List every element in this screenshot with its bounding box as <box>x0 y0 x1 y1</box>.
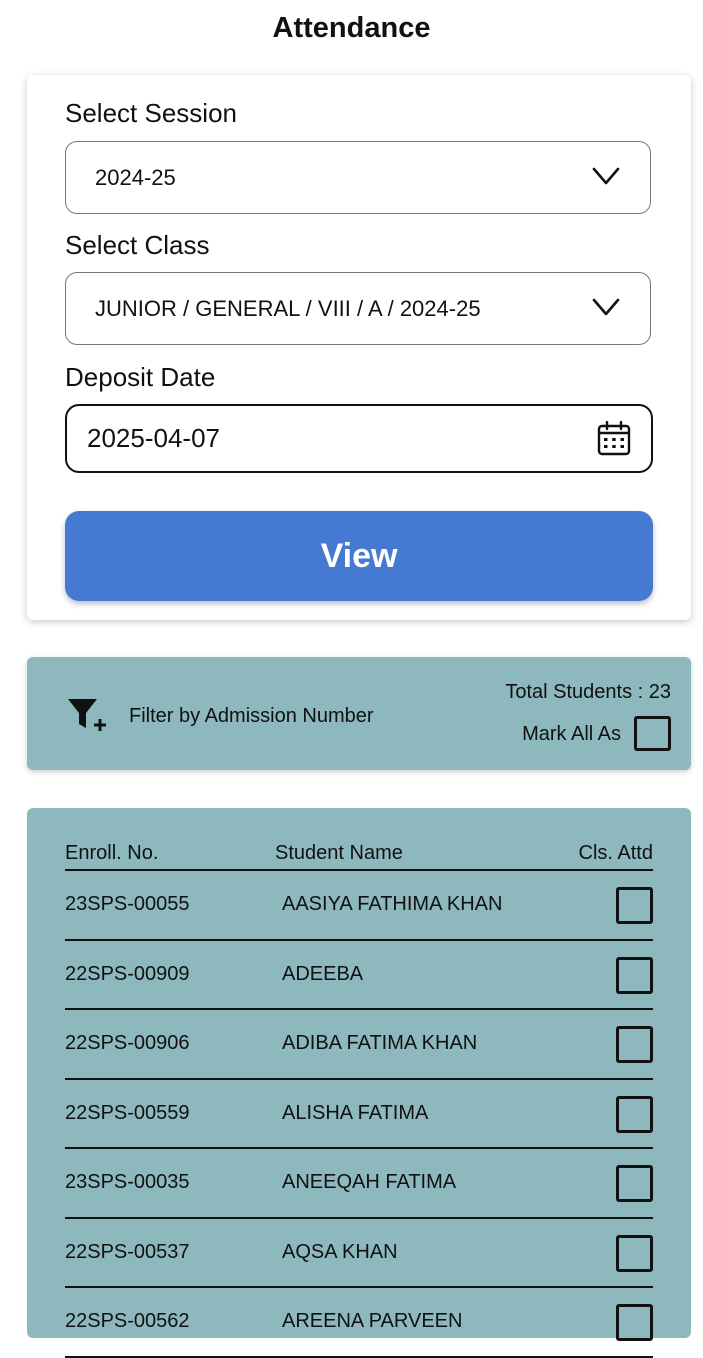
student-name: ADEEBA <box>282 962 364 985</box>
table-row: 23SPS-00035 ANEEQAH FATIMA <box>65 1149 653 1219</box>
student-name: ADIBA FATIMA KHAN <box>282 1032 478 1054</box>
session-select[interactable]: 2024-25 <box>65 141 651 214</box>
attendance-form-card: Select Session 2024-25 Select Class JUNI… <box>27 75 691 620</box>
mark-all-label: Mark All As <box>522 723 621 745</box>
attendance-checkbox[interactable] <box>616 1165 653 1202</box>
deposit-date-input[interactable]: 2025-04-07 <box>65 404 653 473</box>
mark-all-checkbox[interactable] <box>634 716 671 751</box>
session-select-value: 2024-25 <box>95 165 176 190</box>
filter-by-admission-label[interactable]: Filter by Admission Number <box>129 703 374 729</box>
student-name: AASIYA FATHIMA KHAN <box>282 893 503 915</box>
enroll-number: 23SPS-00055 <box>65 893 190 915</box>
class-select[interactable]: JUNIOR / GENERAL / VIII / A / 2024-25 <box>65 272 651 345</box>
attendance-checkbox[interactable] <box>616 1026 653 1063</box>
student-name: ALISHA FATIMA <box>282 1101 429 1124</box>
enroll-number: 22SPS-00909 <box>65 962 190 985</box>
class-label: Select Class <box>65 230 210 260</box>
student-name: AREENA PARVEEN <box>282 1310 463 1332</box>
view-button[interactable]: View <box>65 511 653 601</box>
table-row: 22SPS-00909 ADEEBA <box>65 941 653 1010</box>
column-header-class-attendance: Cls. Attd <box>578 842 653 864</box>
chevron-down-icon <box>592 167 620 185</box>
enroll-number: 23SPS-00035 <box>65 1171 190 1193</box>
table-row: 22SPS-00537 AQSA KHAN <box>65 1219 653 1288</box>
table-row: 23SPS-00055 AASIYA FATHIMA KHAN <box>65 871 653 941</box>
filter-bar: Filter by Admission Number Total Student… <box>27 657 691 770</box>
attendance-checkbox[interactable] <box>616 1234 653 1272</box>
column-header-enroll: Enroll. No. <box>65 842 159 864</box>
enroll-number: 22SPS-00537 <box>65 1240 190 1263</box>
total-students-count: Total Students : 23 <box>505 681 671 703</box>
column-header-student-name: Student Name <box>275 842 403 864</box>
enroll-number: 22SPS-00906 <box>65 1032 190 1054</box>
student-name: ANEEQAH FATIMA <box>282 1171 457 1193</box>
table-row: 22SPS-00906 ADIBA FATIMA KHAN <box>65 1010 653 1080</box>
attendance-table: Enroll. No. Student Name Cls. Attd 23SPS… <box>27 808 691 1358</box>
calendar-icon[interactable] <box>597 421 631 456</box>
attendance-checkbox[interactable] <box>616 1095 653 1133</box>
enroll-number: 22SPS-00559 <box>65 1101 190 1124</box>
student-name: AQSA KHAN <box>282 1240 398 1263</box>
filter-add-icon[interactable] <box>67 697 109 733</box>
page-title: Attendance <box>272 12 431 44</box>
deposit-date-label: Deposit Date <box>65 362 216 392</box>
class-select-value: JUNIOR / GENERAL / VIII / A / 2024-25 <box>95 296 481 321</box>
table-row: 22SPS-00562 AREENA PARVEEN <box>65 1288 653 1358</box>
chevron-down-icon <box>592 298 620 316</box>
attendance-checkbox[interactable] <box>616 887 653 924</box>
attendance-checkbox[interactable] <box>616 1304 653 1341</box>
attendance-checkbox[interactable] <box>616 956 653 994</box>
table-row: 22SPS-00559 ALISHA FATIMA <box>65 1080 653 1149</box>
enroll-number: 22SPS-00562 <box>65 1310 190 1332</box>
session-label: Select Session <box>65 98 237 128</box>
deposit-date-value: 2025-04-07 <box>87 423 220 453</box>
